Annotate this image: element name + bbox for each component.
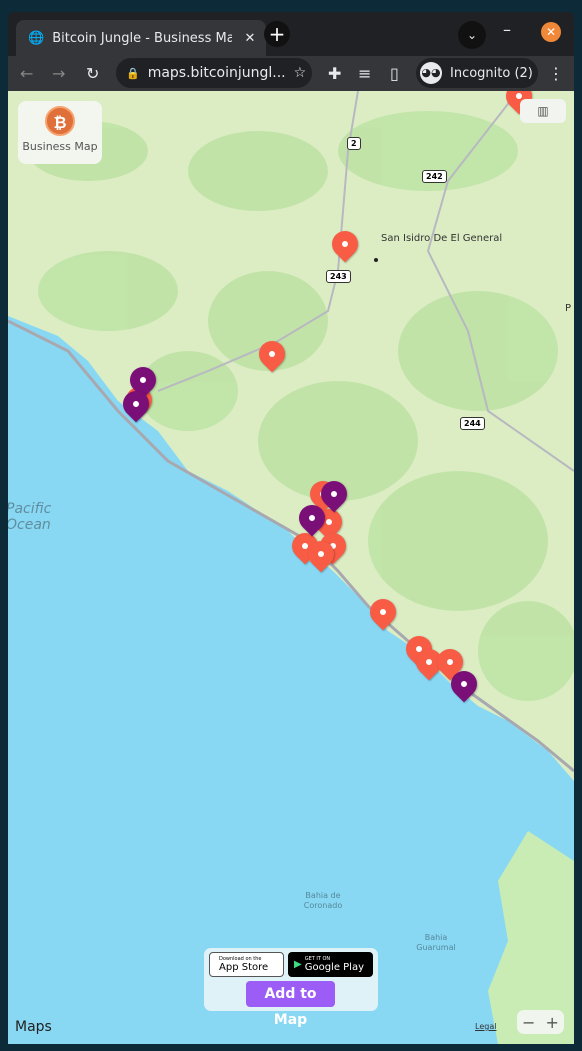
profile-button[interactable]: ◕◕ Incognito (2) bbox=[416, 58, 538, 88]
road-shield: 244 bbox=[460, 417, 485, 430]
app-store-label: App Store bbox=[219, 962, 269, 973]
chevron-down-icon[interactable]: ⌄ bbox=[458, 21, 486, 49]
tab-title: Bitcoin Jungle - Business Map bbox=[52, 30, 232, 46]
road-shield: 243 bbox=[326, 270, 351, 283]
forward-icon[interactable]: → bbox=[52, 64, 65, 83]
road-shield: 2 bbox=[347, 137, 361, 150]
window-close-icon[interactable]: ✕ bbox=[541, 22, 561, 42]
place-label: San Isidro De El General bbox=[381, 233, 503, 244]
profile-label: Incognito (2) bbox=[450, 65, 533, 81]
toolbar: ← → ↻ 🔒 maps.bitcoinjungl... ☆ ✚ ≡ ▯ ◕◕ … bbox=[8, 56, 574, 91]
puzzle-icon[interactable]: ✚ bbox=[328, 64, 341, 83]
more-icon[interactable]: ⋮ bbox=[548, 64, 564, 83]
bitcoin-jungle-logo-icon: ₿ bbox=[45, 106, 75, 136]
zoom-out-button[interactable]: − bbox=[522, 1013, 535, 1032]
logo-caption: Business Map bbox=[22, 140, 98, 153]
incognito-icon: ◕◕ bbox=[420, 62, 442, 84]
url-text: maps.bitcoinjungl... bbox=[147, 65, 286, 81]
map-view[interactable]: San Isidro De El General P 2 242 243 244… bbox=[8, 91, 574, 1044]
legal-link[interactable]: Legal bbox=[475, 1022, 496, 1031]
minimize-icon[interactable]: – bbox=[503, 20, 511, 39]
google-play-button[interactable]: ▶ GET IT ON Google Play bbox=[288, 952, 373, 977]
address-bar[interactable]: 🔒 maps.bitcoinjungl... ☆ bbox=[116, 58, 312, 88]
media-icon[interactable]: ≡ bbox=[358, 64, 371, 83]
map-type-icon[interactable]: ▥ bbox=[520, 99, 566, 123]
place-label: P bbox=[565, 303, 572, 314]
attribution-text: Maps bbox=[15, 1019, 52, 1035]
new-tab-button[interactable]: + bbox=[264, 21, 290, 47]
sidepanel-icon[interactable]: ▯ bbox=[390, 64, 399, 83]
close-icon[interactable]: ✕ bbox=[240, 31, 260, 46]
business-map-logo-button[interactable]: ₿ Business Map bbox=[18, 101, 102, 164]
add-to-map-button[interactable]: Add to Map bbox=[246, 981, 335, 1028]
ocean-label: Pacific Ocean bbox=[8, 501, 52, 533]
zoom-control: − + bbox=[517, 1010, 564, 1034]
google-play-icon: ▶ bbox=[294, 959, 302, 970]
bay-label: Bahia de Coronado bbox=[303, 891, 343, 910]
apple-maps-attribution: Maps bbox=[15, 1019, 52, 1035]
star-icon[interactable]: ☆ bbox=[294, 65, 307, 81]
reload-icon[interactable]: ↻ bbox=[86, 64, 99, 83]
google-play-label: Google Play bbox=[304, 962, 364, 973]
back-icon[interactable]: ← bbox=[20, 64, 33, 83]
globe-icon: 🌐 bbox=[28, 30, 45, 46]
zoom-in-button[interactable]: + bbox=[546, 1013, 559, 1032]
app-store-button[interactable]: Download on the App Store bbox=[209, 952, 284, 977]
place-dot bbox=[374, 258, 378, 262]
browser-window: 🌐 Bitcoin Jungle - Business Map ✕ + ⌄ – … bbox=[8, 12, 574, 1044]
tab-active[interactable]: 🌐 Bitcoin Jungle - Business Map ✕ bbox=[16, 20, 266, 56]
road-shield: 242 bbox=[422, 170, 447, 183]
tab-bar: 🌐 Bitcoin Jungle - Business Map ✕ + ⌄ – … bbox=[8, 12, 574, 56]
promo-panel: Download on the App Store ▶ GET IT ON Goog… bbox=[204, 948, 378, 1028]
bay-label: Bahia Guarumal bbox=[416, 933, 456, 952]
lock-icon: 🔒 bbox=[126, 66, 140, 80]
